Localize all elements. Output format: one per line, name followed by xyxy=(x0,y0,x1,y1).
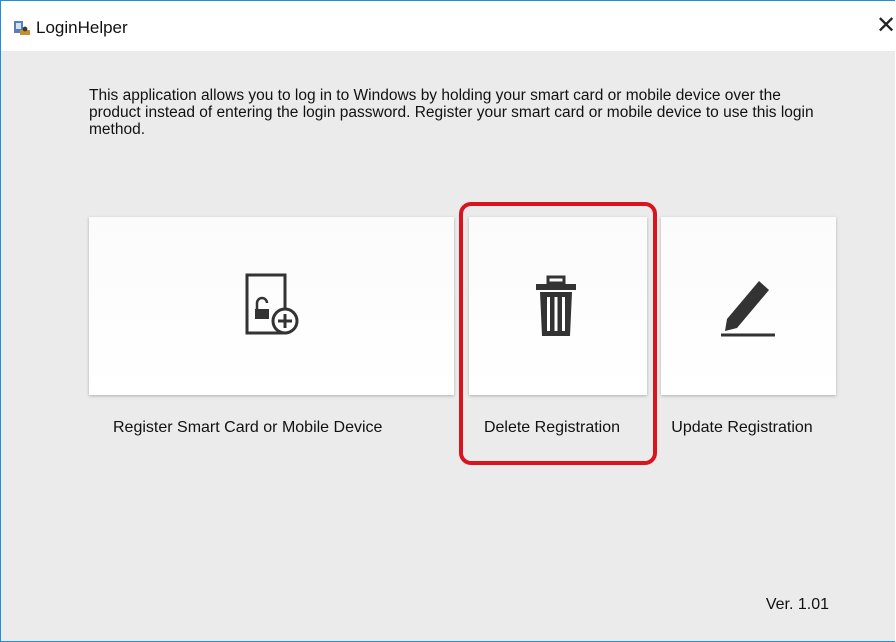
computer-user-icon xyxy=(14,21,30,35)
update-label: Update Registration xyxy=(671,419,813,436)
highlight-frame xyxy=(459,202,657,465)
login-helper-window: LoginHelper ✕ This application allows yo… xyxy=(0,0,896,642)
close-button[interactable]: ✕ xyxy=(871,11,896,41)
pencil-edit-icon xyxy=(721,281,775,337)
version-label: Ver. 1.01 xyxy=(765,596,829,613)
update-tile-button[interactable] xyxy=(661,217,836,395)
intro-text: This application allows you to log in to… xyxy=(89,87,814,138)
register-tile-button[interactable] xyxy=(89,217,454,395)
title-bar: LoginHelper ✕ xyxy=(1,1,896,51)
card-unlock-add-icon xyxy=(245,273,299,335)
window-title: LoginHelper xyxy=(36,18,128,37)
